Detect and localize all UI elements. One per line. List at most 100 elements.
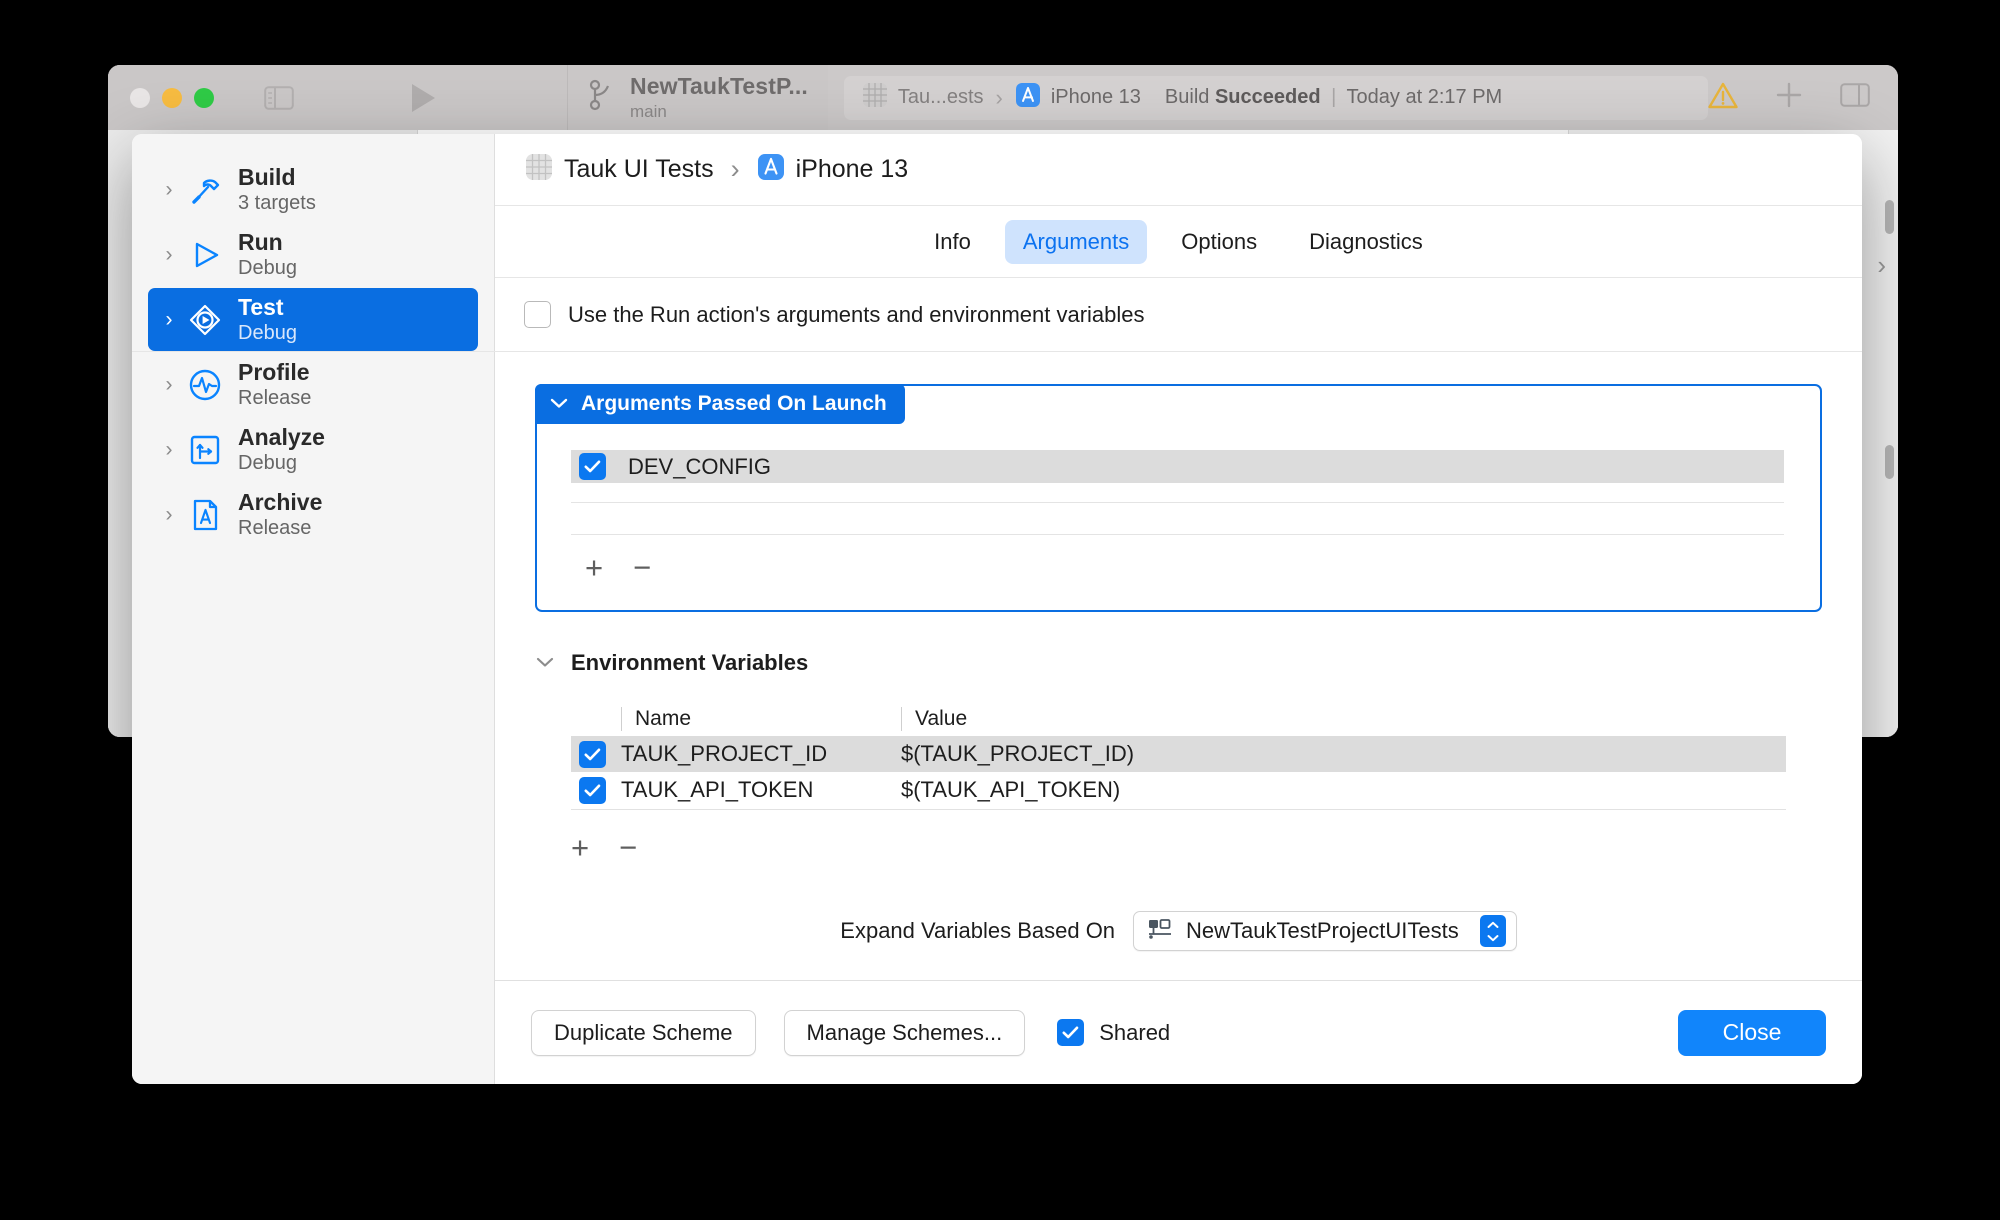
sidebar-item-run-subtitle: Debug	[238, 257, 297, 280]
shared-checkbox[interactable]	[1057, 1019, 1085, 1046]
inspector-scrollbar-upper[interactable]	[1885, 200, 1894, 234]
add-argument-button[interactable]: +	[585, 552, 603, 583]
environment-section-title: Environment Variables	[571, 650, 809, 675]
table-row[interactable]: DEV_CONFIG	[571, 450, 1784, 483]
sidebar-item-analyze-subtitle: Debug	[238, 452, 297, 475]
remove-env-button[interactable]: −	[619, 832, 637, 863]
table-header-value[interactable]: Value	[901, 707, 1778, 731]
expand-variables-popup-button[interactable]: NewTaukTestProjectUITests	[1133, 911, 1517, 951]
add-env-button[interactable]: +	[571, 832, 589, 863]
sidebar-item-run[interactable]: › Run Debug	[148, 223, 478, 286]
arguments-passed-on-launch-box: Arguments Passed On Launch DEV_CONFIG + …	[535, 384, 1822, 612]
remove-argument-button[interactable]: −	[633, 552, 651, 583]
inspector-chevron-icon[interactable]: ›	[1877, 250, 1886, 281]
chevron-right-icon[interactable]: ›	[156, 374, 182, 395]
scheme-selector[interactable]: NewTaukTestP... main	[568, 65, 828, 130]
sidebar-item-build-subtitle: 3 targets	[238, 192, 316, 215]
git-branch-icon	[588, 77, 616, 118]
sidebar-item-archive-title: Archive	[238, 488, 323, 515]
use-run-action-checkbox[interactable]	[524, 301, 551, 328]
toolbar-right-zone	[1708, 80, 1898, 115]
chevron-up-down-icon[interactable]	[1479, 915, 1506, 947]
sidebar-item-analyze-title: Analyze	[238, 423, 325, 450]
right-sidebar-toggle-icon[interactable]	[1840, 83, 1870, 112]
expand-variables-label: Expand Variables Based On	[840, 918, 1116, 943]
use-run-action-label: Use the Run action's arguments and envir…	[568, 301, 1145, 327]
close-window-button[interactable]	[130, 87, 150, 108]
chevron-right-icon[interactable]: ›	[156, 504, 182, 525]
chevron-right-icon[interactable]: ›	[156, 244, 182, 265]
sidebar-item-build[interactable]: › Build 3 targets	[148, 158, 478, 221]
status-pipe: |	[1331, 86, 1337, 108]
expand-variables-value: NewTaukTestProjectUITests	[1186, 918, 1459, 943]
shared-label: Shared	[1099, 1019, 1171, 1045]
table-header-name-label: Name	[635, 707, 692, 730]
manage-schemes-button[interactable]: Manage Schemes...	[783, 1009, 1026, 1056]
tab-arguments[interactable]: Arguments	[1004, 219, 1148, 264]
status-separator: ›	[995, 84, 1003, 110]
environment-section-header[interactable]: Environment Variables	[535, 650, 1822, 676]
status-build-state: Succeeded	[1214, 86, 1321, 108]
close-button[interactable]: Close	[1678, 1009, 1826, 1056]
analyze-icon	[182, 432, 228, 468]
table-row[interactable]: TAUK_API_TOKEN $(TAUK_API_TOKEN)	[571, 772, 1786, 808]
status-build-prefix: Build	[1164, 86, 1210, 108]
scheme-name-label: NewTaukTestP...	[630, 73, 808, 99]
scheme-editor-sheet: › Build 3 targets › Run Debug › Test Deb…	[132, 134, 1862, 1084]
shared-checkbox-group: Shared	[1057, 1019, 1170, 1046]
zoom-window-button[interactable]	[194, 87, 214, 108]
branch-name-label: main	[630, 102, 667, 121]
tab-info[interactable]: Info	[916, 220, 989, 264]
env-table-bottom-divider	[571, 809, 1786, 810]
arguments-row-divider	[571, 502, 1784, 503]
arguments-section-header[interactable]: Arguments Passed On Launch	[535, 384, 905, 424]
toolbar-left-zone	[108, 65, 568, 130]
activity-status-bar[interactable]: Tau...ests › iPhone 13 Build Succeeded |…	[843, 75, 1708, 120]
sidebar-item-profile[interactable]: › Profile Release	[148, 353, 478, 416]
left-sidebar-toggle-icon[interactable]	[256, 80, 302, 116]
sidebar-item-archive[interactable]: › Archive Release	[148, 483, 478, 546]
environment-add-remove-bar: + −	[571, 832, 1822, 863]
env-name-cell: TAUK_API_TOKEN	[621, 777, 814, 802]
breadcrumb-destination[interactable]: iPhone 13	[757, 153, 909, 186]
expand-variables-row: Expand Variables Based On NewTaukTestPro…	[535, 911, 1822, 951]
play-icon[interactable]	[392, 76, 454, 120]
status-target-label: Tau...ests	[897, 86, 984, 108]
target-membership-icon	[1147, 918, 1173, 945]
tab-options[interactable]: Options	[1163, 220, 1275, 264]
chevron-down-icon[interactable]	[535, 652, 555, 674]
env-value-cell: $(TAUK_API_TOKEN)	[901, 777, 1121, 802]
inspector-scrollbar-lower[interactable]	[1885, 445, 1894, 479]
argument-enabled-checkbox[interactable]	[579, 453, 606, 480]
sidebar-item-profile-subtitle: Release	[238, 387, 312, 410]
table-row[interactable]: TAUK_PROJECT_ID $(TAUK_PROJECT_ID)	[571, 736, 1786, 772]
archive-icon	[182, 497, 228, 533]
tab-diagnostics[interactable]: Diagnostics	[1291, 220, 1441, 264]
plus-icon[interactable]	[1774, 80, 1804, 115]
status-device-label: iPhone 13	[1050, 86, 1141, 108]
xcode-toolbar: NewTaukTestP... main Tau...ests › iPhone…	[108, 65, 1898, 130]
minimize-window-button[interactable]	[162, 87, 182, 108]
breadcrumb: Tauk UI Tests › iPhone 13	[495, 134, 1862, 206]
sidebar-item-run-title: Run	[238, 228, 283, 255]
scheme-tab-bar: Info Arguments Options Diagnostics	[495, 206, 1862, 278]
app-store-icon	[757, 153, 785, 186]
duplicate-scheme-button[interactable]: Duplicate Scheme	[531, 1009, 756, 1056]
breadcrumb-scheme[interactable]: Tauk UI Tests	[525, 153, 714, 186]
sidebar-item-analyze[interactable]: › Analyze Debug	[148, 418, 478, 481]
arguments-add-remove-bar: + −	[585, 552, 651, 583]
warning-triangle-icon[interactable]	[1708, 82, 1738, 114]
env-value-cell: $(TAUK_PROJECT_ID)	[901, 741, 1135, 766]
chevron-right-icon[interactable]: ›	[156, 439, 182, 460]
env-enabled-checkbox[interactable]	[579, 776, 606, 804]
chevron-down-icon[interactable]	[549, 393, 569, 415]
scheme-footer-bar: Duplicate Scheme Manage Schemes... Share…	[495, 980, 1862, 1084]
use-run-action-row: Use the Run action's arguments and envir…	[132, 278, 1862, 352]
table-header-name[interactable]: Name	[621, 707, 901, 731]
scheme-main-panel: Tauk UI Tests › iPhone 13 Info Arguments…	[132, 134, 1862, 1084]
breadcrumb-destination-label: iPhone 13	[795, 155, 909, 183]
env-name-cell: TAUK_PROJECT_ID	[621, 741, 828, 766]
arguments-section-title: Arguments Passed On Launch	[581, 392, 887, 415]
env-enabled-checkbox[interactable]	[579, 740, 606, 768]
chevron-right-icon[interactable]: ›	[156, 179, 182, 200]
